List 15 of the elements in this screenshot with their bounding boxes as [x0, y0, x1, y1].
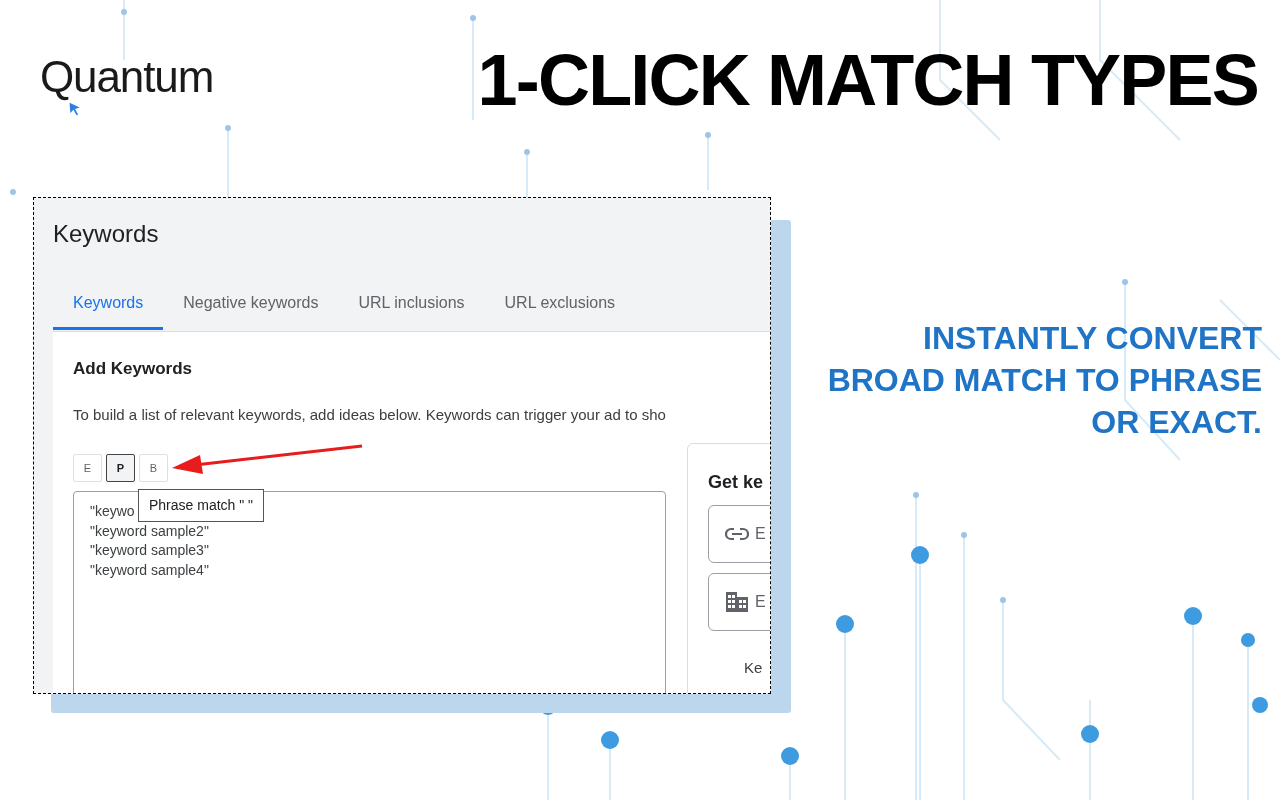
- tooltip: Phrase match " ": [138, 489, 265, 522]
- keyword-line: "keyword sample4": [90, 560, 209, 580]
- tagline: BROAD MATCH TO PHRASE: [827, 362, 1262, 398]
- tagline: OR EXACT.: [1091, 404, 1262, 440]
- page-title: Keywords: [53, 219, 159, 249]
- keyword-line: "keywo: [90, 502, 135, 521]
- headline: 1-CLICK MATCH TYPES: [477, 44, 1258, 116]
- logo: Quantum: [40, 52, 214, 102]
- side-card-label: Ke: [744, 658, 763, 678]
- keyword-line: "keyword sample2": [90, 521, 209, 541]
- side-card-title: Get ke: [708, 471, 764, 494]
- description: To build a list of relevant keywords, add ideas below. Keywords can trigger your ad to sho: [73, 405, 666, 425]
- section-title: Add Keywords: [73, 358, 193, 380]
- tagline: INSTANTLY CONVERT: [923, 320, 1262, 356]
- keyword-line: "keyword sample3": [90, 541, 209, 560]
